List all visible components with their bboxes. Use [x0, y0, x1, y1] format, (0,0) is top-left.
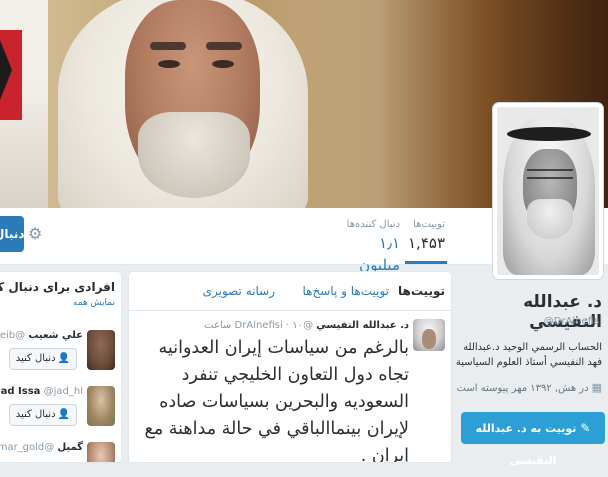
tweet-to-button[interactable]: ✎توییت به د. عبدالله النفیسی — [461, 412, 605, 467]
suggestion-name[interactable]: گمیل — [57, 442, 83, 453]
suggestion-item: گمیل @lamar_gold — [0, 442, 121, 462]
suggestion-avatar[interactable] — [87, 330, 115, 370]
stat-tweets[interactable]: توییت‌ها ۱,۴۵۳ — [405, 218, 447, 264]
suggestion-handle[interactable]: @ASheib — [0, 330, 25, 341]
tweet-item[interactable]: د. عبدالله النفيسي @DrAlnefisi · ۱۰ ساعت… — [129, 311, 451, 463]
gear-icon[interactable]: ⚙ — [28, 226, 44, 242]
profile-avatar[interactable] — [493, 103, 603, 279]
suggestion-name[interactable]: علي شعيب — [28, 330, 83, 341]
profile-joined-date: ▦در هش, ۱۳۹۲ مهر پیوسته است — [456, 381, 602, 394]
follow-button[interactable]: دنبال — [0, 216, 24, 252]
timeline-tabs: توییت‌ها توییت‌ها و پاسخ‌ها رسانه تصویری — [129, 272, 451, 311]
follow-suggestion-button[interactable]: 👤دنبال کنید — [8, 404, 77, 426]
suggestion-avatar[interactable] — [87, 442, 115, 462]
tweet-avatar[interactable] — [413, 319, 445, 351]
timeline: توییت‌ها توییت‌ها و پاسخ‌ها رسانه تصویری… — [128, 271, 452, 463]
profile-handle[interactable]: @DrAlnefisi — [452, 316, 602, 327]
stat-followers[interactable]: دنبال کننده‌ها ۱٫۱ میلیون — [340, 218, 400, 276]
suggestion-name[interactable]: Jad Issa — [0, 386, 40, 397]
suggestion-item: علي شعيب @ASheib 👤دنبال کنید — [0, 330, 121, 380]
tweet-text: بالرغم من سياسات إيران العدوانيه تجاه دو… — [144, 338, 410, 463]
stat-followers-value: ۱٫۱ میلیون — [359, 234, 400, 274]
suggestion-handle[interactable]: @lamar_gold — [0, 442, 54, 453]
who-to-follow-panel: افرادی برای دنبال کردن · به روز نمایش هم… — [0, 271, 122, 463]
tweet-author-name[interactable]: د. عبدالله النفيسي — [316, 320, 409, 331]
tab-tweets-and-replies[interactable]: توییت‌ها و پاسخ‌ها — [303, 284, 389, 298]
calendar-icon: ▦ — [591, 381, 602, 394]
follow-icon: 👤 — [57, 409, 70, 420]
show-all-link[interactable]: نمایش همه — [73, 298, 115, 308]
stat-followers-label: دنبال کننده‌ها — [346, 219, 400, 230]
suggestion-avatar[interactable] — [87, 386, 115, 426]
tweet-header: د. عبدالله النفيسي @DrAlnefisi · ۱۰ ساعت — [204, 320, 409, 331]
tab-tweets[interactable]: توییت‌ها — [398, 284, 445, 298]
compose-icon: ✎ — [580, 421, 591, 435]
who-to-follow-title: افرادی برای دنبال کردن · به روز — [0, 280, 115, 294]
follow-suggestion-button[interactable]: 👤دنبال کنید — [8, 348, 77, 370]
follow-icon: 👤 — [57, 353, 70, 364]
banner-portrait-beard — [138, 112, 250, 198]
suggestion-item: Jad Issa @jad_hl 👤دنبال کنید — [0, 386, 121, 436]
stat-tweets-value: ۱,۴۵۳ — [408, 234, 445, 252]
stat-tweets-label: توییت‌ها — [413, 219, 445, 230]
suggestion-handle[interactable]: @jad_hl — [44, 386, 83, 397]
tab-media[interactable]: رسانه تصویری — [203, 284, 275, 298]
profile-bio: الحساب الرسمي الوحيد د.عبدالله فهد النفي… — [455, 342, 602, 368]
